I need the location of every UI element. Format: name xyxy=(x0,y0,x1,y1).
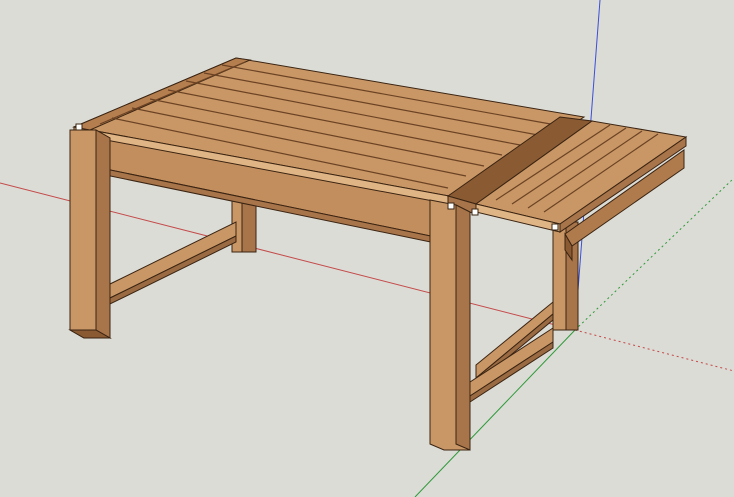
red-axis-dotted xyxy=(574,329,734,372)
left-stretcher xyxy=(109,221,237,305)
sketchup-3d-viewport[interactable] xyxy=(0,0,734,497)
model-canvas[interactable] xyxy=(0,0,734,497)
